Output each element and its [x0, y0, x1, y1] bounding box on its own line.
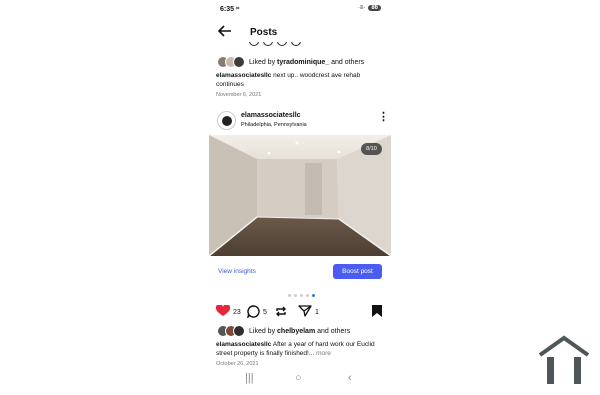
post-caption: elamassociatesllc After a year of hard w… [216, 340, 384, 358]
liked-by-user[interactable]: tyradominique_ [277, 59, 329, 66]
liked-by-prefix: Liked by [249, 58, 278, 66]
liked-by-suffix: and others [329, 58, 365, 66]
shares-count: 1 [315, 308, 319, 316]
carousel-dot [294, 294, 297, 297]
caption-more-link[interactable]: more [314, 350, 331, 357]
repost-icon[interactable] [275, 305, 287, 320]
share-icon[interactable] [291, 42, 301, 46]
top-bar: Posts [209, 22, 391, 42]
liked-by-text[interactable]: Liked by tyradominique_ and others [249, 59, 364, 66]
post-likes: Liked by chelbyelam and others [217, 325, 350, 337]
liked-by-prefix: Liked by [249, 327, 278, 335]
carousel-dot [288, 294, 291, 297]
like-action[interactable]: 23 [215, 304, 241, 319]
avatar [233, 325, 245, 337]
post-header: elamassociatesllc Philadelphia, Pennsylv… [217, 110, 389, 132]
share-action[interactable]: 1 [298, 305, 319, 319]
share-icon[interactable] [298, 305, 312, 319]
comment-icon[interactable] [246, 305, 260, 320]
post-date: October 26, 2021 [216, 361, 259, 367]
previous-post-likes: Liked by tyradominique_ and others [217, 56, 364, 68]
carousel-dot [300, 294, 303, 297]
status-time: 6:35 [220, 6, 235, 13]
android-nav-bar: ||| ○ ‹ [209, 372, 391, 390]
post-location[interactable]: Philadelphia, Pennsylvania [241, 122, 307, 128]
signal-icon: ·≡· [357, 5, 366, 11]
liked-by-text[interactable]: Liked by chelbyelam and others [249, 328, 350, 335]
recent-apps-icon[interactable]: ||| [245, 372, 254, 384]
save-bookmark-icon[interactable] [372, 305, 382, 317]
heart-filled-icon[interactable] [215, 304, 231, 319]
avatar [233, 56, 245, 68]
carousel-dot-active [312, 294, 315, 297]
caption-username[interactable]: elamassociatesllc [216, 341, 271, 348]
carousel-dot [306, 294, 309, 297]
liker-avatars [217, 56, 245, 68]
liked-by-suffix: and others [315, 327, 351, 335]
page-title: Posts [250, 27, 278, 38]
carousel-indicator [288, 294, 315, 297]
heart-icon[interactable] [249, 42, 259, 46]
image-counter-badge: 8/10 [361, 143, 382, 155]
liked-by-user[interactable]: chelbyelam [277, 328, 315, 335]
caption-username[interactable]: elamassociatesllc [216, 72, 271, 79]
more-options-icon[interactable]: ⋮ [378, 112, 389, 123]
repost-action[interactable] [275, 305, 287, 320]
previous-post-action-icons [247, 42, 307, 48]
avatar[interactable] [217, 111, 236, 130]
home-icon[interactable]: ○ [295, 372, 302, 384]
comment-action[interactable]: 5 [246, 305, 267, 320]
post-username[interactable]: elamassociatesllc [241, 112, 301, 119]
back-icon[interactable]: ‹ [348, 372, 352, 384]
house-logo-icon [538, 335, 590, 385]
boost-post-button[interactable]: Boost post [333, 264, 382, 279]
status-bar: 6:35 ⌗ ·≡· 86 [209, 0, 391, 18]
comment-icon[interactable] [263, 42, 273, 46]
battery-badge: 86 [368, 5, 381, 11]
likes-count: 23 [233, 308, 241, 316]
back-arrow-icon[interactable] [217, 25, 232, 39]
screen-record-icon: ⌗ [236, 6, 240, 12]
previous-post-date: November 6, 2021 [216, 92, 262, 98]
previous-post-caption: elamassociatesllc next up.. woodcrest av… [216, 71, 384, 89]
view-insights-link[interactable]: View insights [218, 268, 256, 275]
comments-count: 5 [263, 309, 267, 316]
phone-screen: 6:35 ⌗ ·≡· 86 Posts Liked by tyradominiq… [209, 0, 391, 395]
post-actions: 23 5 1 [209, 304, 391, 320]
liker-avatars [217, 325, 245, 337]
repost-icon[interactable] [277, 42, 287, 46]
status-right: ·≡· 86 [358, 5, 381, 11]
